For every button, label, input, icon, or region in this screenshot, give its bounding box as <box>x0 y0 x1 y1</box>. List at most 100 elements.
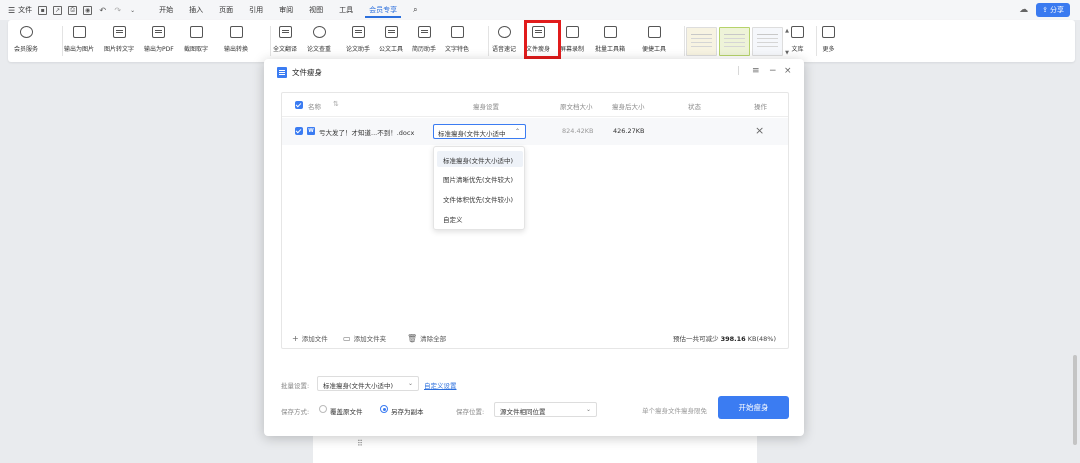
tool-voice-notes[interactable]: 语音速记 <box>492 24 516 58</box>
tool-batch-toolbox[interactable]: 批量工具箱 <box>595 24 625 58</box>
tool-label: 输出为图片 <box>64 46 95 53</box>
col-status: 状态 <box>688 103 701 111</box>
tab-member[interactable]: 会员专享 <box>361 0 405 20</box>
col-orig-size: 原文档大小 <box>560 103 593 111</box>
dropdown-option-small-size[interactable]: 文件体积优先(文件较小) <box>437 190 523 206</box>
tab-tools[interactable]: 工具 <box>331 0 361 20</box>
chevron-up-icon[interactable]: ▲ <box>785 28 789 34</box>
tool-screenshot-text[interactable]: 截图取字 <box>184 24 208 58</box>
save-location-select[interactable]: 源文件相同位置 ⌄ <box>494 402 597 417</box>
tool-more[interactable]: 更多 <box>822 24 835 58</box>
template-thumbnail[interactable] <box>686 27 717 56</box>
plus-icon: + <box>292 333 299 343</box>
col-settings: 瘦身设置 <box>473 103 499 111</box>
custom-settings-link[interactable]: 自定义设置 <box>424 380 457 390</box>
tab-review[interactable]: 审阅 <box>271 0 301 20</box>
tool-text-features[interactable]: 文字特色 <box>445 24 469 58</box>
thesis-icon <box>351 26 365 38</box>
tool-label: 更多 <box>822 46 835 53</box>
close-icon[interactable]: × <box>784 67 792 76</box>
tool-export-image[interactable]: 输出为图片 <box>64 24 94 58</box>
tab-insert[interactable]: 插入 <box>181 0 211 20</box>
minimize-icon[interactable]: − <box>769 67 777 76</box>
tool-label: 会员服务 <box>14 46 39 53</box>
row-checkbox[interactable] <box>295 127 303 135</box>
estimate-prefix: 预估一共可减少 <box>673 335 719 343</box>
tool-label: 论文助手 <box>346 46 371 53</box>
add-file-button[interactable]: + 添加文件 <box>292 333 328 344</box>
tab-references[interactable]: 引用 <box>241 0 271 20</box>
dropdown-option-custom[interactable]: 自定义 <box>437 210 523 226</box>
save-location-label: 保存位置: <box>456 408 485 416</box>
tool-official-doc[interactable]: 公文工具 <box>379 24 403 58</box>
word-doc-icon: W <box>307 127 315 135</box>
add-folder-label: 添加文件夹 <box>353 335 387 343</box>
start-slim-button[interactable]: 开始瘦身 <box>718 396 789 419</box>
tab-page[interactable]: 页面 <box>211 0 241 20</box>
slim-setting-value: 标准瘦身(文件大小适中 <box>438 130 506 138</box>
chevron-down-icon[interactable]: ▼ <box>785 50 789 56</box>
chevron-up-icon: ⌃ <box>514 128 520 135</box>
save-copy-label: 另存为副本 <box>391 408 424 416</box>
template-thumbnail[interactable] <box>719 27 750 56</box>
tool-resume-assistant[interactable]: 简历助手 <box>412 24 436 58</box>
check-icon <box>312 26 326 38</box>
sort-icon[interactable]: ⇅ <box>333 100 339 108</box>
tool-label: 论文查重 <box>307 46 332 53</box>
dropdown-option-standard[interactable]: 标准瘦身(文件大小适中) <box>437 151 523 167</box>
save-mode-label: 保存方式: <box>281 408 310 416</box>
template-scroll[interactable]: ▲ ▼ <box>784 28 790 56</box>
redo-icon[interactable]: ↷ <box>113 6 122 15</box>
save-copy-radio[interactable] <box>380 405 388 413</box>
tool-output-convert[interactable]: 输出转换 <box>224 24 248 58</box>
slim-setting-select[interactable]: 标准瘦身(文件大小适中 ⌃ <box>433 124 526 139</box>
tool-quick-tools[interactable]: 便捷工具 <box>642 24 666 58</box>
tab-home[interactable]: 开始 <box>151 0 181 20</box>
tool-image-to-text[interactable]: 图片转文字 <box>104 24 134 58</box>
template-gallery[interactable] <box>686 27 783 56</box>
tool-label: 输出为PDF <box>144 46 174 53</box>
export-icon[interactable]: ↗ <box>53 5 63 15</box>
remove-file-icon[interactable]: × <box>755 124 764 137</box>
undo-icon[interactable]: ↶ <box>98 6 107 15</box>
print-preview-icon[interactable]: ◉ <box>83 5 93 15</box>
estimate-suffix: KB(48%) <box>747 335 776 343</box>
scrollbar[interactable] <box>1073 355 1077 445</box>
menu-icon[interactable]: ≡ <box>752 67 760 76</box>
quick-tools-icon <box>647 26 661 38</box>
clear-all-button[interactable]: 🗑 清除全部 <box>407 333 446 344</box>
tab-view[interactable]: 视图 <box>301 0 331 20</box>
divider <box>62 26 63 56</box>
search-icon[interactable]: ⌕ <box>405 0 425 20</box>
share-button[interactable]: ⇪ 分享 <box>1036 3 1070 17</box>
menu-bar: ☰ 文件 ▪ ↗ ⎙ ◉ ↶ ↷ ⌄ 开始 插入 页面 引用 审阅 视图 工具 … <box>0 0 1080 20</box>
tool-plagiarism-check[interactable]: 论文查重 <box>307 24 331 58</box>
tool-thesis-assistant[interactable]: 论文助手 <box>346 24 370 58</box>
tool-screen-record[interactable]: 屏幕录制 <box>560 24 584 58</box>
divider <box>684 26 685 56</box>
convert-icon <box>229 26 243 38</box>
hamburger-icon: ☰ <box>8 5 16 15</box>
tool-label: 语音速记 <box>492 46 517 53</box>
share-label: 分享 <box>1050 6 1064 14</box>
file-menu[interactable]: ☰ 文件 <box>8 5 32 15</box>
chevron-down-icon[interactable]: ⌄ <box>128 6 137 15</box>
tool-export-pdf[interactable]: 输出为PDF <box>144 24 174 58</box>
select-all-checkbox[interactable] <box>295 101 303 109</box>
template-thumbnail[interactable] <box>752 27 783 56</box>
tool-label: 批量工具箱 <box>595 46 626 53</box>
add-folder-button[interactable]: ▭ 添加文件夹 <box>343 333 387 344</box>
dropdown-option-image-quality[interactable]: 图片清晰优先(文件较大) <box>437 170 523 186</box>
overwrite-radio[interactable] <box>319 405 327 413</box>
table-row[interactable]: W 亏大发了！才知道...不到！.docx 标准瘦身(文件大小适中 ⌃ 824.… <box>282 118 788 145</box>
folder-plus-icon: ▭ <box>343 333 351 343</box>
pdf-icon <box>152 26 166 38</box>
tool-translate[interactable]: 全文翻译 <box>273 24 297 58</box>
save-icon[interactable]: ▪ <box>38 5 48 15</box>
tool-library[interactable]: 文库 <box>791 24 804 58</box>
cloud-icon[interactable]: ☁ <box>1019 5 1028 15</box>
print-icon[interactable]: ⎙ <box>68 5 78 15</box>
tool-member-service[interactable]: 会员服务 <box>14 24 38 58</box>
drag-handle-icon[interactable]: ⠿ <box>357 439 363 448</box>
batch-setting-select[interactable]: 标准瘦身(文件大小适中) ⌄ <box>317 376 419 391</box>
